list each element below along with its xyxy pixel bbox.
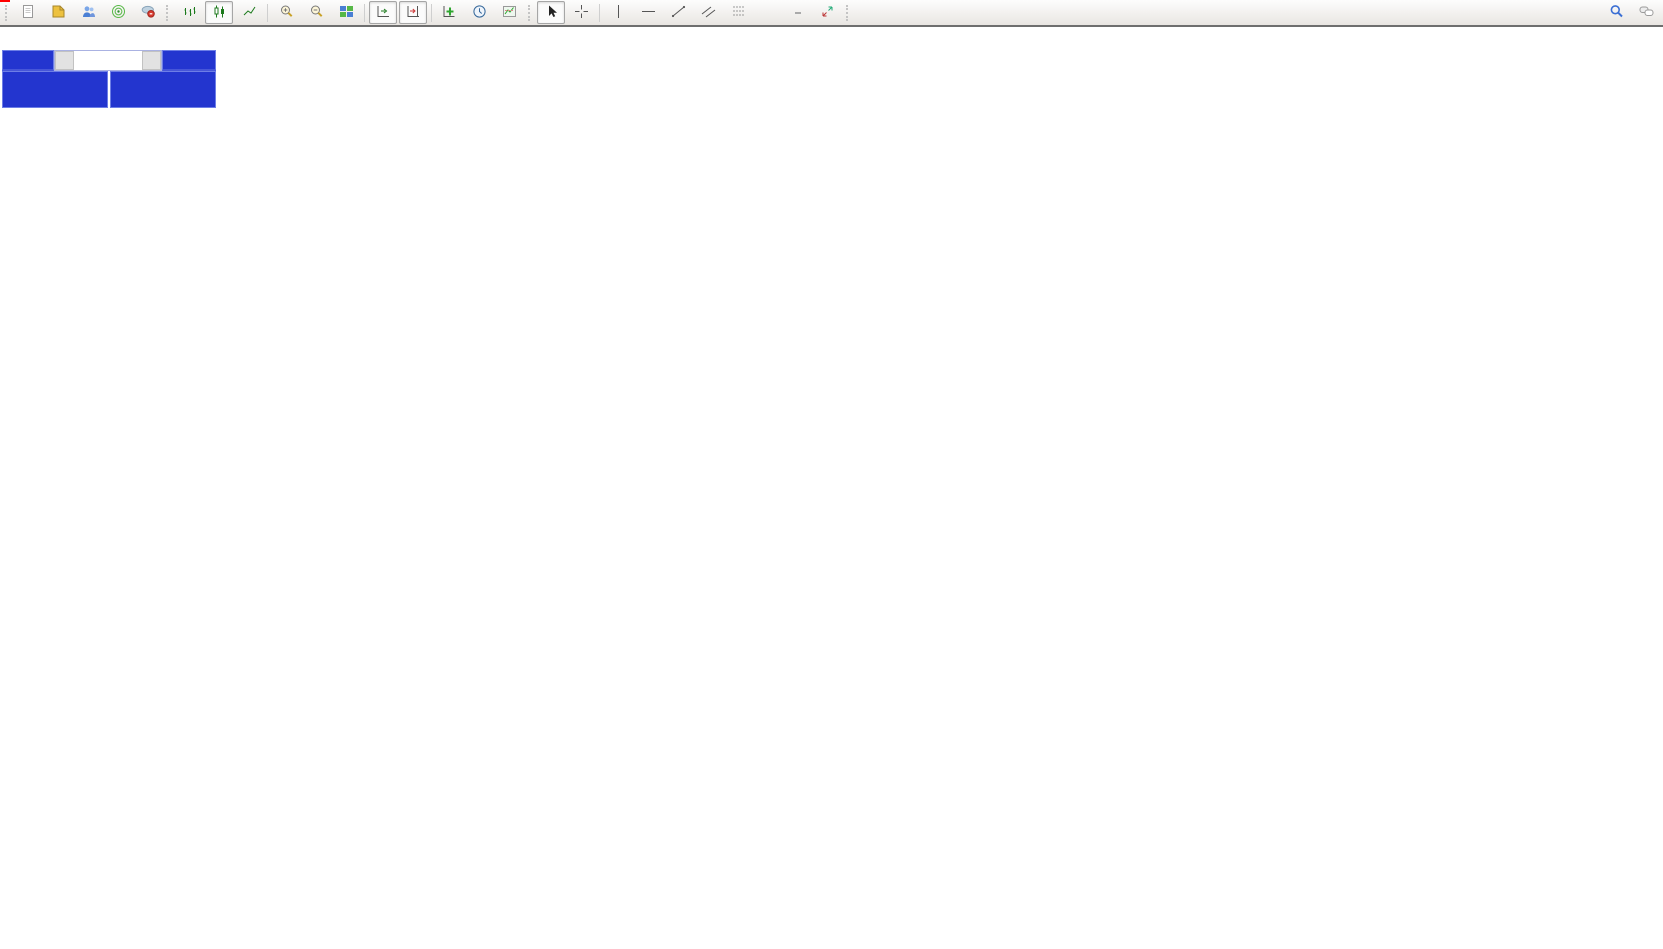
chat-button[interactable]: [1632, 1, 1660, 24]
new-chart-icon: [51, 4, 66, 22]
arrows-tool-icon: [820, 4, 835, 22]
clock-icon: [472, 4, 487, 22]
fibonacci-button[interactable]: [724, 1, 752, 24]
time-axis[interactable]: [0, 929, 1663, 949]
auto-scroll-icon: [376, 4, 391, 22]
autotrading-icon: [141, 4, 156, 22]
rsi-indicator-label: [3, 756, 11, 768]
mt4-terminal: [0, 0, 1663, 949]
tile-windows-button[interactable]: [332, 1, 360, 24]
chart-shift-button[interactable]: [399, 1, 427, 24]
toolbar-grip: [846, 5, 851, 21]
buy-button[interactable]: [162, 50, 216, 71]
toolbar: [0, 0, 1663, 27]
one-click-trading-panel: [2, 50, 216, 108]
fibonacci-icon: [731, 4, 746, 22]
horizontal-line-button[interactable]: [634, 1, 662, 24]
volume-input[interactable]: [74, 51, 142, 70]
trendline-button[interactable]: [664, 1, 692, 24]
toolbar-separator: [364, 4, 365, 22]
channel-icon: [701, 4, 716, 22]
chat-icon: [1639, 4, 1654, 22]
label-tool-button[interactable]: [784, 1, 812, 24]
tile-windows-icon: [339, 4, 354, 22]
autotrading-button[interactable]: [134, 1, 162, 24]
toolbar-separator: [431, 4, 432, 22]
label-tool-icon: [795, 12, 801, 14]
toolbar-grip: [5, 5, 10, 21]
crosshair-button[interactable]: [567, 1, 595, 24]
new-order-button[interactable]: [14, 1, 42, 24]
trendline-icon: [671, 4, 686, 22]
periods-button[interactable]: [466, 1, 494, 24]
toolbar-separator: [599, 4, 600, 22]
price-level-flag[interactable]: [0, 0, 10, 2]
new-chart-button[interactable]: [44, 1, 72, 24]
toolbar-grip: [528, 5, 533, 21]
zoom-out-button[interactable]: [302, 1, 330, 24]
search-button[interactable]: [1602, 1, 1630, 24]
vertical-line-button[interactable]: [604, 1, 632, 24]
vertical-line-icon: [611, 4, 626, 22]
zoom-out-icon: [309, 4, 324, 22]
bar-chart-button[interactable]: [175, 1, 203, 24]
macd-indicator-label: [3, 586, 15, 598]
profiles-icon: [81, 4, 96, 22]
toolbar-separator: [267, 4, 268, 22]
cursor-button[interactable]: [537, 1, 565, 24]
indicators-button[interactable]: [436, 1, 464, 24]
toolbar-grip: [166, 5, 171, 21]
zoom-in-icon: [279, 4, 294, 22]
new-order-icon: [21, 4, 36, 22]
chart-canvas[interactable]: [0, 28, 1663, 949]
profiles-button[interactable]: [74, 1, 102, 24]
text-tool-button[interactable]: [754, 1, 782, 24]
horizontal-line-icon: [641, 4, 656, 22]
data-window-button[interactable]: [104, 1, 132, 24]
templates-icon: [502, 4, 517, 22]
line-chart-icon: [242, 4, 257, 22]
sell-button[interactable]: [2, 50, 54, 71]
sell-price[interactable]: [2, 71, 108, 108]
volume-stepper: [54, 50, 162, 71]
volume-increase-button[interactable]: [142, 51, 161, 70]
arrows-tool-button[interactable]: [814, 1, 842, 24]
volume-decrease-button[interactable]: [55, 51, 74, 70]
channel-button[interactable]: [694, 1, 722, 24]
candlestick-chart-icon: [212, 4, 227, 22]
sonar-icon: [111, 4, 126, 22]
search-icon: [1609, 4, 1624, 22]
cursor-icon: [544, 4, 559, 22]
chart-shift-icon: [406, 4, 421, 22]
symbol-header: [6, 31, 9, 43]
indicators-icon: [442, 4, 457, 22]
bar-chart-icon: [182, 4, 197, 22]
auto-scroll-button[interactable]: [369, 1, 397, 24]
line-chart-button[interactable]: [235, 1, 263, 24]
crosshair-icon: [574, 4, 589, 22]
zoom-in-button[interactable]: [272, 1, 300, 24]
buy-price[interactable]: [110, 71, 216, 108]
templates-button[interactable]: [496, 1, 524, 24]
price-axis[interactable]: [1615, 28, 1663, 929]
candlestick-chart-button[interactable]: [205, 1, 233, 24]
